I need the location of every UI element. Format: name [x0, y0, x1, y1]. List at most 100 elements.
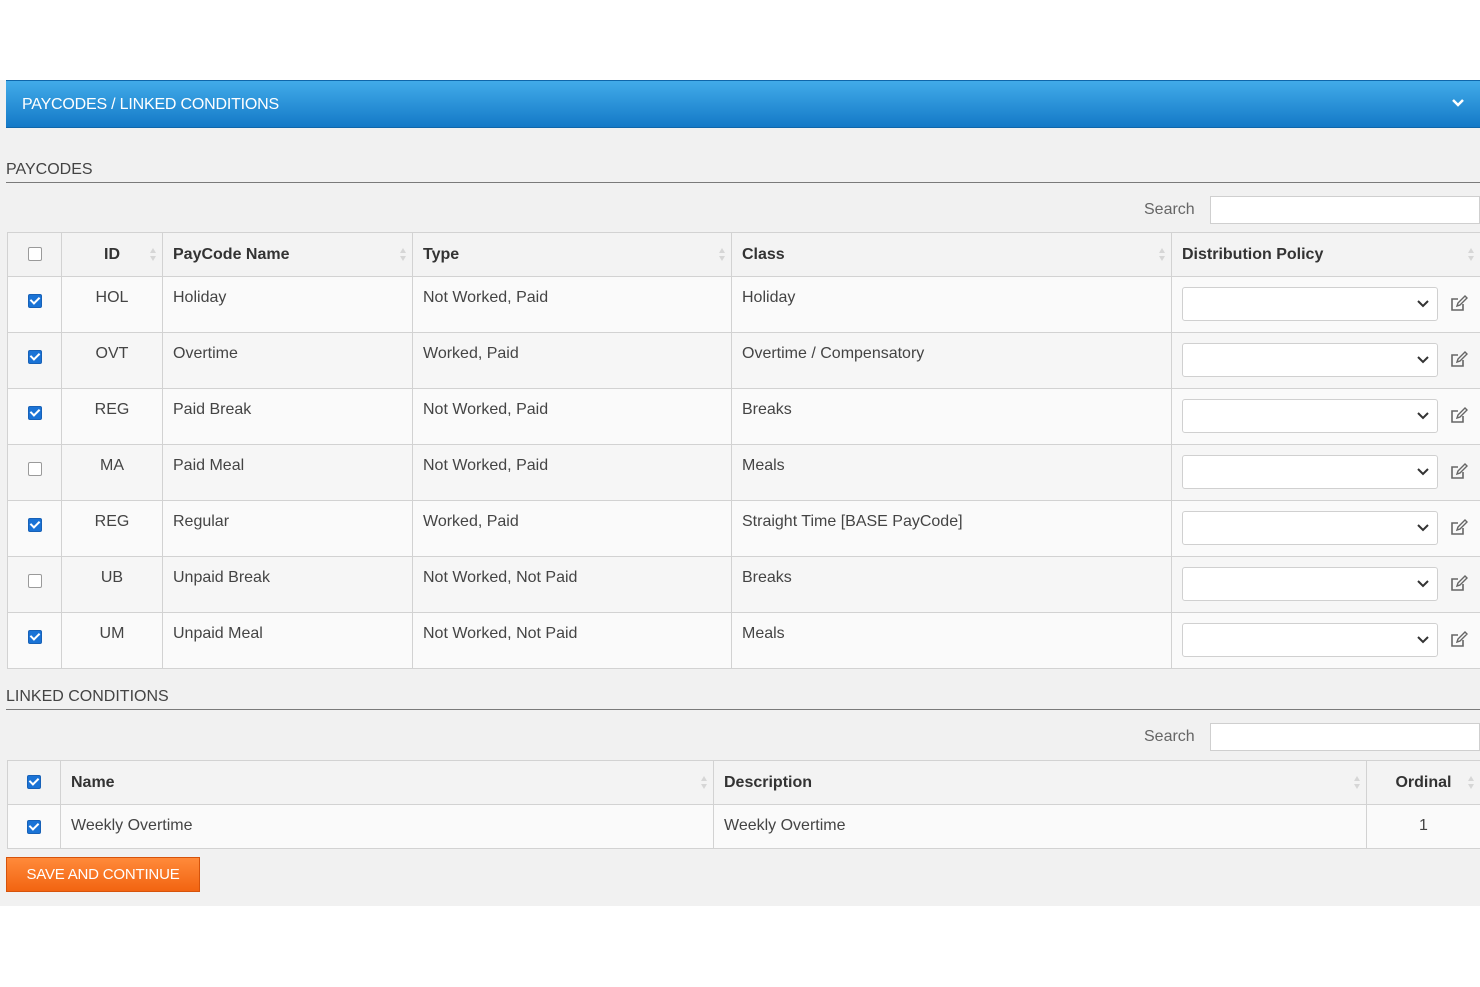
linked-conditions-table: Name Description Ordinal Weekly Overtime… — [7, 760, 1480, 849]
distribution-policy-select[interactable] — [1182, 623, 1438, 657]
column-header-class[interactable]: Class — [731, 232, 1172, 277]
row-checkbox-cell[interactable] — [7, 556, 62, 613]
paycode-id: MA — [61, 444, 163, 501]
paycodes-table: ID PayCode Name Type Class Distribution … — [7, 232, 1480, 669]
row-checkbox[interactable] — [27, 629, 42, 644]
row-checkbox[interactable] — [27, 349, 42, 364]
table-row[interactable]: REG Paid Break Not Worked, Paid Breaks — [7, 388, 1480, 445]
distribution-policy-select[interactable] — [1182, 399, 1438, 433]
sort-icon — [1468, 775, 1474, 791]
linked-search-label: Search — [1144, 728, 1195, 745]
row-checkbox-cell[interactable] — [7, 804, 61, 849]
paycode-type: Not Worked, Not Paid — [412, 612, 732, 669]
sort-icon — [1468, 247, 1474, 263]
paycode-type: Worked, Paid — [412, 332, 732, 389]
paycode-class: Overtime / Compensatory — [731, 332, 1172, 389]
paycode-class: Holiday — [731, 276, 1172, 333]
paycode-name: Paid Break — [162, 388, 413, 445]
row-checkbox[interactable] — [27, 819, 41, 834]
table-row[interactable]: UB Unpaid Break Not Worked, Not Paid Breaks — [7, 556, 1480, 613]
table-row[interactable]: UM Unpaid Meal Not Worked, Not Paid Meals — [7, 612, 1480, 669]
row-checkbox-cell[interactable] — [7, 276, 62, 333]
row-checkbox-cell[interactable] — [7, 612, 62, 669]
distribution-policy-cell — [1171, 556, 1480, 613]
row-checkbox-cell[interactable] — [7, 332, 62, 389]
save-and-continue-button[interactable]: SAVE AND CONTINUE — [6, 857, 200, 892]
distribution-policy-cell — [1171, 500, 1480, 557]
section-divider — [6, 709, 1480, 710]
edit-icon[interactable] — [1450, 631, 1468, 649]
paycode-name: Unpaid Meal — [162, 612, 413, 669]
panel-header[interactable]: PAYCODES / LINKED CONDITIONS — [6, 80, 1480, 128]
row-checkbox[interactable] — [27, 517, 42, 532]
paycode-id: UB — [61, 556, 163, 613]
paycode-type: Worked, Paid — [412, 500, 732, 557]
row-checkbox-cell[interactable] — [7, 444, 62, 501]
chevron-down-icon — [1417, 412, 1429, 420]
chevron-down-icon[interactable] — [1450, 95, 1466, 111]
chevron-down-icon — [1417, 468, 1429, 476]
paycodes-section-title: PAYCODES — [6, 161, 93, 178]
distribution-policy-select[interactable] — [1182, 511, 1438, 545]
paycode-id: REG — [61, 500, 163, 557]
sort-icon — [701, 775, 707, 791]
distribution-policy-select[interactable] — [1182, 343, 1438, 377]
column-header-name[interactable]: PayCode Name — [162, 232, 413, 277]
select-all-cell[interactable] — [7, 232, 62, 277]
table-row[interactable]: Weekly Overtime Weekly Overtime 1 — [7, 804, 1480, 849]
paycodes-header-row: ID PayCode Name Type Class Distribution … — [7, 232, 1480, 277]
row-checkbox-cell[interactable] — [7, 388, 62, 445]
condition-name: Weekly Overtime — [60, 804, 714, 849]
column-header-name[interactable]: Name — [60, 760, 714, 805]
column-header-type[interactable]: Type — [412, 232, 732, 277]
chevron-down-icon — [1417, 580, 1429, 588]
edit-icon[interactable] — [1450, 351, 1468, 369]
column-header-description[interactable]: Description — [713, 760, 1367, 805]
distribution-policy-select[interactable] — [1182, 287, 1438, 321]
distribution-policy-cell — [1171, 276, 1480, 333]
column-header-ordinal[interactable]: Ordinal — [1366, 760, 1480, 805]
table-row[interactable]: HOL Holiday Not Worked, Paid Holiday — [7, 276, 1480, 333]
row-checkbox[interactable] — [27, 461, 42, 476]
table-row[interactable]: MA Paid Meal Not Worked, Paid Meals — [7, 444, 1480, 501]
paycodes-search-label: Search — [1144, 201, 1195, 218]
paycode-name: Overtime — [162, 332, 413, 389]
row-checkbox-cell[interactable] — [7, 500, 62, 557]
linked-search-input[interactable] — [1210, 723, 1480, 751]
distribution-policy-select[interactable] — [1182, 455, 1438, 489]
paycode-name: Regular — [162, 500, 413, 557]
row-checkbox[interactable] — [27, 405, 42, 420]
edit-icon[interactable] — [1450, 463, 1468, 481]
paycode-id: REG — [61, 388, 163, 445]
row-checkbox[interactable] — [27, 573, 42, 588]
column-header-id[interactable]: ID — [61, 232, 163, 277]
select-all-cell[interactable] — [7, 760, 61, 805]
edit-icon[interactable] — [1450, 295, 1468, 313]
sort-icon — [400, 247, 406, 263]
panel-title: PAYCODES / LINKED CONDITIONS — [22, 96, 279, 113]
distribution-policy-cell — [1171, 612, 1480, 669]
paycode-id: HOL — [61, 276, 163, 333]
paycodes-search-input[interactable] — [1210, 196, 1480, 224]
column-header-distribution-policy[interactable]: Distribution Policy — [1171, 232, 1480, 277]
table-row[interactable]: OVT Overtime Worked, Paid Overtime / Compen… — [7, 332, 1480, 389]
edit-icon[interactable] — [1450, 407, 1468, 425]
edit-icon[interactable] — [1450, 519, 1468, 537]
paycode-type: Not Worked, Not Paid — [412, 556, 732, 613]
table-row[interactable]: REG Regular Worked, Paid Straight Time [BAS… — [7, 500, 1480, 557]
edit-icon[interactable] — [1450, 575, 1468, 593]
paycode-type: Not Worked, Paid — [412, 276, 732, 333]
distribution-policy-select[interactable] — [1182, 567, 1438, 601]
row-checkbox[interactable] — [27, 293, 42, 308]
chevron-down-icon — [1417, 300, 1429, 308]
linked-header-row: Name Description Ordinal — [7, 760, 1480, 805]
paycode-type: Not Worked, Paid — [412, 388, 732, 445]
distribution-policy-cell — [1171, 444, 1480, 501]
paycode-name: Holiday — [162, 276, 413, 333]
paycode-class: Breaks — [731, 388, 1172, 445]
select-all-checkbox[interactable] — [27, 775, 41, 790]
select-all-checkbox[interactable] — [27, 247, 42, 262]
paycode-id: OVT — [61, 332, 163, 389]
sort-icon — [719, 247, 725, 263]
condition-ordinal: 1 — [1366, 804, 1480, 849]
